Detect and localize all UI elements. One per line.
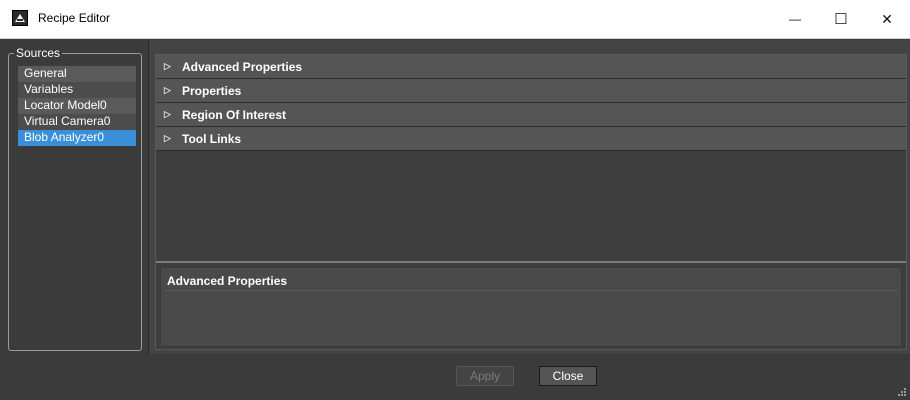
sources-group: Sources General Variables Locator Model0… (8, 46, 142, 351)
expand-arrow-icon: ▷ (164, 133, 171, 143)
close-button[interactable]: Close (539, 366, 597, 386)
property-grid: ▷ Advanced Properties ▷ Properties ▷ Reg… (155, 54, 907, 350)
resize-grip-icon[interactable] (896, 386, 906, 396)
apply-button[interactable]: Apply (456, 366, 514, 386)
section-advanced-properties[interactable]: ▷ Advanced Properties (156, 55, 906, 79)
maximize-icon: ☐ (834, 11, 848, 28)
app-icon (12, 10, 28, 26)
maximize-button[interactable]: ☐ (818, 0, 864, 38)
section-tool-links[interactable]: ▷ Tool Links (156, 127, 906, 151)
panel-splitter[interactable] (156, 261, 906, 263)
section-properties[interactable]: ▷ Properties (156, 79, 906, 103)
section-label: Properties (182, 83, 242, 98)
source-item-variables[interactable]: Variables (18, 82, 136, 98)
description-pane: Advanced Properties (160, 267, 902, 347)
source-item-general[interactable]: General (18, 66, 136, 82)
expand-arrow-icon: ▷ (164, 85, 171, 95)
sources-list: General Variables Locator Model0 Virtual… (18, 66, 136, 146)
close-icon: ✕ (881, 10, 893, 27)
source-item-virtual-camera0[interactable]: Virtual Camera0 (18, 114, 136, 130)
minimize-button[interactable]: — (772, 0, 818, 38)
source-item-locator-model0[interactable]: Locator Model0 (18, 98, 136, 114)
expand-arrow-icon: ▷ (164, 109, 171, 119)
title-bar: Recipe Editor — ☐ ✕ (0, 0, 910, 39)
section-label: Tool Links (182, 131, 242, 146)
section-region-of-interest[interactable]: ▷ Region Of Interest (156, 103, 906, 127)
section-label: Advanced Properties (182, 59, 303, 74)
sources-legend: Sources (14, 46, 63, 60)
description-divider (165, 290, 897, 291)
footer-bar: Apply Close (0, 356, 910, 400)
properties-panel: ▷ Advanced Properties ▷ Properties ▷ Reg… (148, 40, 910, 354)
description-title: Advanced Properties (167, 274, 288, 288)
window-title: Recipe Editor (38, 11, 111, 25)
expand-arrow-icon: ▷ (164, 61, 171, 71)
close-window-button[interactable]: ✕ (864, 0, 910, 38)
source-item-blob-analyzer0[interactable]: Blob Analyzer0 (18, 130, 136, 146)
minimize-icon: — (789, 12, 801, 26)
section-label: Region Of Interest (182, 107, 287, 122)
